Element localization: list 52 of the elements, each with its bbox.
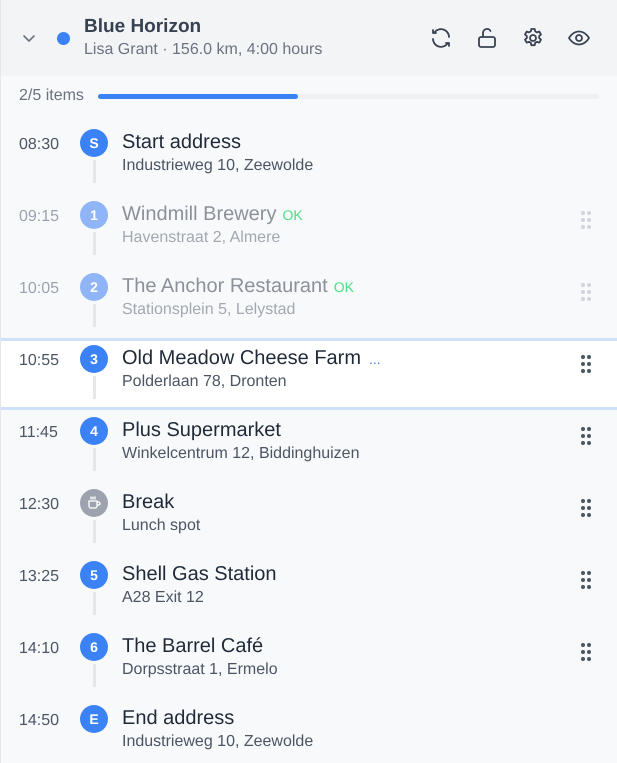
route-summary: Lisa Grant · 156.0 km, 4:00 hours xyxy=(84,40,324,60)
drag-handle-icon[interactable] xyxy=(581,355,591,373)
refresh-icon[interactable] xyxy=(429,26,453,50)
drag-handle-icon[interactable] xyxy=(581,643,591,661)
stop-time: 08:30 xyxy=(18,135,60,155)
stop-marker: 3 xyxy=(80,345,108,373)
stop-address: Polderlaan 78, Dronten xyxy=(122,372,288,392)
stop-marker: 4 xyxy=(80,417,108,445)
stop-name: The Barrel Café xyxy=(122,634,264,659)
progress-label: 2/5 items xyxy=(19,86,84,106)
stop-marker: 1 xyxy=(80,201,108,229)
drag-handle-icon[interactable] xyxy=(581,427,591,445)
stop-time: 14:50 xyxy=(18,711,60,731)
stop-name: The Anchor Restaurant xyxy=(122,274,328,299)
stop-address: A28 Exit 12 xyxy=(122,588,205,608)
stop-name: Start address xyxy=(122,130,241,155)
coffee-cup-icon xyxy=(80,489,108,517)
stop-address: Lunch spot xyxy=(122,516,202,536)
stop-time: 09:15 xyxy=(18,207,60,227)
stop-name: Windmill Brewery xyxy=(122,202,276,227)
stop-address: Industrieweg 10, Zeewolde xyxy=(122,732,314,752)
drag-handle-icon[interactable] xyxy=(581,211,591,229)
drag-handle-icon[interactable] xyxy=(581,499,591,517)
drag-handle-icon[interactable] xyxy=(581,283,591,301)
stop-name: End address xyxy=(122,706,234,731)
stop-name: Break xyxy=(122,490,174,515)
stop-address: Stationsplein 5, Lelystad xyxy=(122,300,296,320)
more-indicator[interactable]: ... xyxy=(368,349,381,370)
unlocked-padlock-icon[interactable] xyxy=(475,26,499,50)
stop-address: Dorpsstraat 1, Ermelo xyxy=(122,660,279,680)
stop-address: Industrieweg 10, Zeewolde xyxy=(122,156,314,176)
stop-marker: E xyxy=(80,705,108,733)
stop-time: 11:45 xyxy=(18,423,59,443)
stop-time: 10:55 xyxy=(18,351,60,371)
stop-marker: 5 xyxy=(80,561,108,589)
status-label: OK xyxy=(334,278,354,297)
stop-name: Old Meadow Cheese Farm xyxy=(122,346,361,371)
stop-time: 13:25 xyxy=(18,567,60,587)
stop-marker: S xyxy=(80,129,108,157)
selected-stop-row[interactable]: 10:55 3 Old Meadow Cheese Farm ... Polderlaan 78, Dronten xyxy=(1,338,617,410)
drag-handle-icon[interactable] xyxy=(581,571,591,589)
stop-marker: 2 xyxy=(80,273,108,301)
stop-address: Winkelcentrum 12, Biddinghuizen xyxy=(122,444,360,464)
stop-time: 10:05 xyxy=(18,279,60,299)
stop-time: 12:30 xyxy=(18,495,60,515)
stop-time: 14:10 xyxy=(18,639,60,659)
stop-marker: 6 xyxy=(80,633,108,661)
stop-name: Plus Supermarket xyxy=(122,418,281,443)
stop-name: Shell Gas Station xyxy=(122,562,277,587)
route-name: Blue Horizon xyxy=(84,15,202,39)
status-label: OK xyxy=(282,206,303,225)
stop-address: Havenstraat 2, Almere xyxy=(122,228,282,248)
